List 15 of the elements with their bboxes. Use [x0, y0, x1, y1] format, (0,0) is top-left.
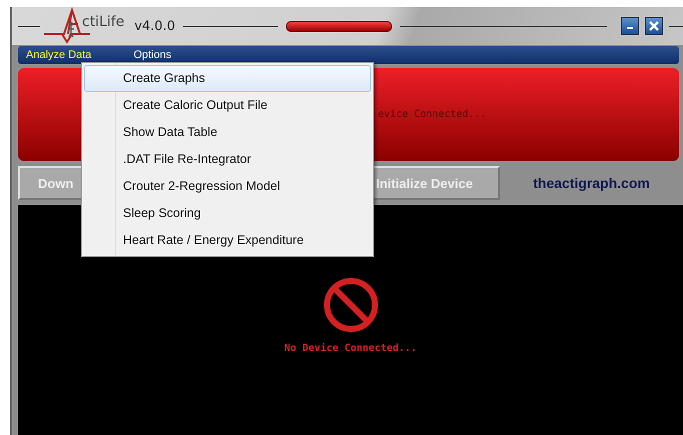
menu-item[interactable]: Options [125, 49, 180, 61]
website-link[interactable]: theactigraph.com [500, 175, 683, 191]
close-button[interactable] [645, 17, 663, 35]
version-label: v4.0.0 [134, 18, 176, 34]
menu-option[interactable]: Create Graphs [84, 65, 371, 92]
no-device-message: No Device Connected... [284, 343, 417, 354]
menu-option[interactable]: Sleep Scoring [84, 200, 371, 227]
menu-item[interactable]: Analyze Data [18, 49, 100, 61]
menu-option[interactable]: Show Data Table [84, 119, 371, 146]
close-icon [649, 21, 659, 31]
menu-option[interactable]: Heart Rate / Energy Expenditure [84, 227, 371, 254]
menu-option[interactable]: Create Caloric Output File [84, 92, 371, 119]
app-logo-text: ctiLife [82, 14, 124, 30]
status-text: evice Connected... [378, 109, 486, 120]
minimize-button[interactable] [621, 17, 639, 35]
